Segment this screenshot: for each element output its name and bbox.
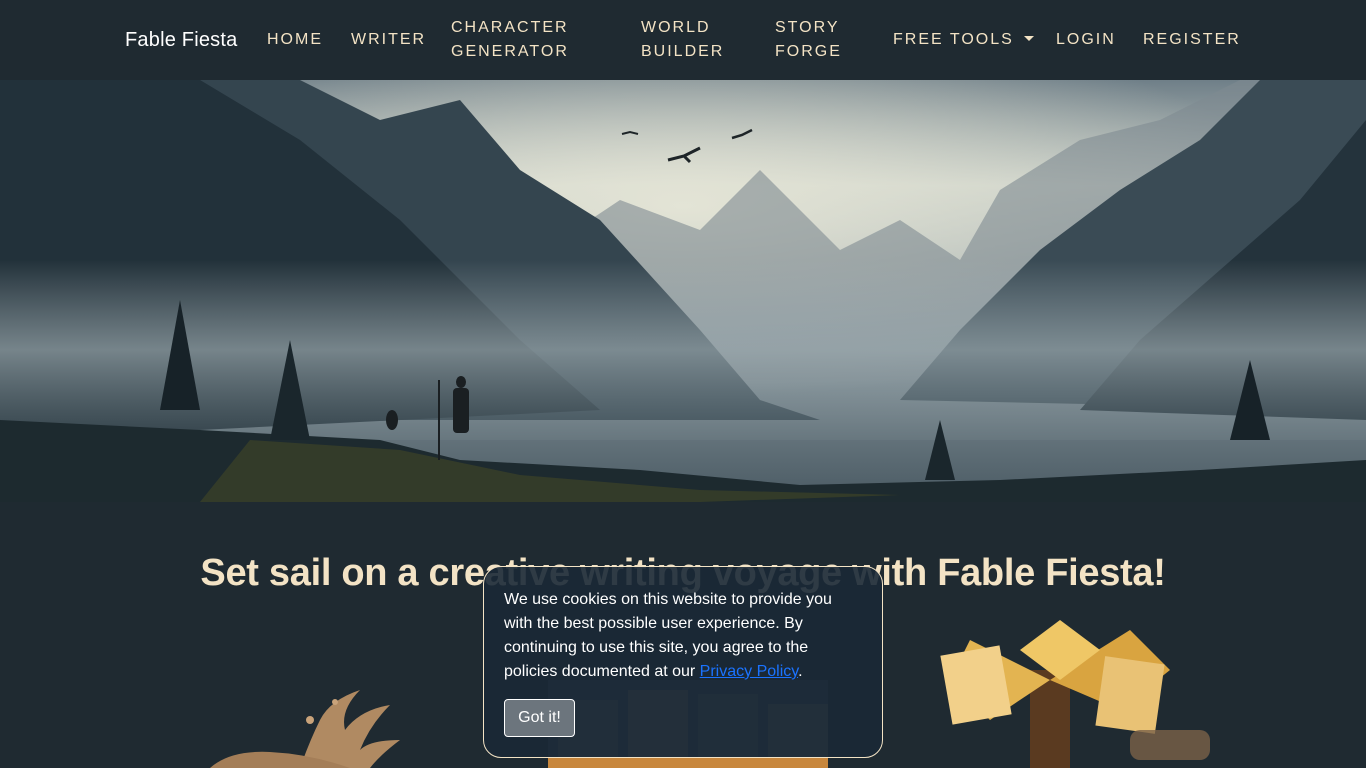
- world-map-tree-image: [940, 620, 1210, 768]
- misty-mountain-valley-image: [0, 80, 1366, 502]
- nav-register[interactable]: REGISTER: [1143, 28, 1241, 52]
- nav-character-line1: CHARACTER: [451, 19, 569, 36]
- cookie-message-end: .: [798, 663, 803, 680]
- navbar: Fable Fiesta HOME WRITER CHARACTER GENER…: [0, 0, 1366, 80]
- nav-free-tools-label: FREE TOOLS: [893, 31, 1014, 48]
- nav-home[interactable]: HOME: [267, 28, 323, 52]
- got-it-button[interactable]: Got it!: [504, 699, 575, 737]
- nav-world-builder[interactable]: WORLD BUILDER: [641, 16, 724, 64]
- hero-banner: [0, 80, 1366, 502]
- caret-down-icon: [1023, 36, 1034, 41]
- nav-story-line2: FORGE: [775, 43, 842, 60]
- brand-logo[interactable]: Fable Fiesta: [125, 29, 237, 52]
- nav-story-forge[interactable]: STORY FORGE: [775, 16, 842, 64]
- nav-world-line1: WORLD: [641, 19, 711, 36]
- cookie-message: We use cookies on this website to provid…: [504, 588, 862, 684]
- nav-login[interactable]: LOGIN: [1056, 28, 1116, 52]
- ink-splash-image: [210, 690, 400, 768]
- privacy-policy-link[interactable]: Privacy Policy: [700, 663, 798, 680]
- nav-character-line2: GENERATOR: [451, 43, 569, 60]
- nav-writer[interactable]: WRITER: [351, 28, 426, 52]
- nav-world-line2: BUILDER: [641, 43, 725, 60]
- cookie-consent-banner: We use cookies on this website to provid…: [483, 566, 883, 758]
- nav-story-line1: STORY: [775, 19, 840, 36]
- nav-free-tools-dropdown[interactable]: FREE TOOLS: [893, 28, 1034, 52]
- nav-character-generator[interactable]: CHARACTER GENERATOR: [451, 16, 569, 64]
